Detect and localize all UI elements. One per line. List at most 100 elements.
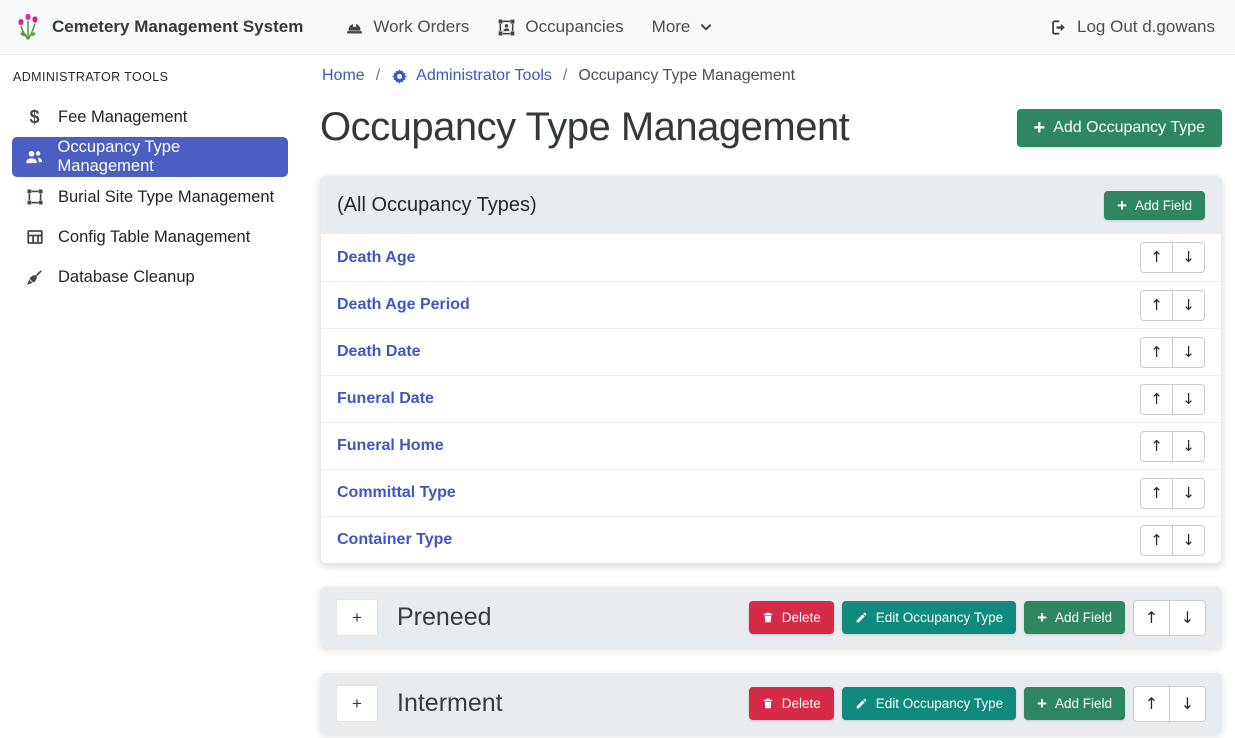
up-arrow-icon: ↑ xyxy=(1150,345,1163,360)
plus-icon: + xyxy=(1034,119,1046,137)
breadcrumb-home-link[interactable]: Home xyxy=(322,67,365,85)
edit-occupancy-type-button[interactable]: Edit Occupancy Type xyxy=(842,687,1016,720)
field-row: Funeral Date ↑ ↓ xyxy=(321,375,1221,422)
move-up-button[interactable]: ↑ xyxy=(1140,242,1173,273)
field-row: Container Type ↑ ↓ xyxy=(321,516,1221,563)
field-link-death-date[interactable]: Death Date xyxy=(337,343,421,361)
hard-hat-icon xyxy=(345,18,364,37)
logout-label: Log Out d.gowans xyxy=(1077,17,1215,37)
add-field-button[interactable]: + Add Field xyxy=(1024,687,1125,720)
field-link-death-age[interactable]: Death Age xyxy=(337,249,416,267)
sidebar-heading: ADMINISTRATOR TOOLS xyxy=(0,61,300,97)
main-content: Home / Administrator Tools / Occupancy T… xyxy=(300,55,1235,738)
up-arrow-icon: ↑ xyxy=(1150,486,1163,501)
sidebar-item-fee-management[interactable]: $ Fee Management xyxy=(12,97,288,137)
field-link-container-type[interactable]: Container Type xyxy=(337,531,452,549)
field-link-funeral-date[interactable]: Funeral Date xyxy=(337,390,434,408)
edit-occupancy-type-button[interactable]: Edit Occupancy Type xyxy=(842,601,1016,634)
all-occupancy-types-card: (All Occupancy Types) + Add Field Death … xyxy=(320,176,1222,564)
move-down-button[interactable]: ↓ xyxy=(1172,242,1205,273)
table-icon xyxy=(24,228,45,246)
section-actions: Delete Edit Occupancy Type + Add Field ↑… xyxy=(749,600,1206,636)
move-down-button[interactable]: ↓ xyxy=(1172,337,1205,368)
chevron-down-icon xyxy=(699,20,713,34)
page-title: Occupancy Type Management xyxy=(320,105,849,150)
nav-work-orders[interactable]: Work Orders xyxy=(345,17,469,37)
move-up-button[interactable]: ↑ xyxy=(1140,478,1173,509)
down-arrow-icon: ↓ xyxy=(1182,298,1195,313)
expand-button[interactable]: + xyxy=(336,599,378,636)
sign-out-icon xyxy=(1049,18,1068,37)
nav-occupancies[interactable]: Occupancies xyxy=(497,17,623,37)
sidebar-item-burial-site-type-management[interactable]: Burial Site Type Management xyxy=(12,177,288,217)
move-down-button[interactable]: ↓ xyxy=(1172,478,1205,509)
up-arrow-icon: ↑ xyxy=(1150,439,1163,454)
move-down-button[interactable]: ↓ xyxy=(1169,686,1206,722)
pencil-icon xyxy=(855,611,868,624)
vector-square-icon xyxy=(24,188,45,206)
move-up-button[interactable]: ↑ xyxy=(1133,600,1170,636)
sidebar-item-occupancy-type-management[interactable]: Occupancy Type Management xyxy=(12,137,288,177)
tulip-logo-icon xyxy=(14,12,42,42)
gear-icon xyxy=(391,68,408,85)
app-brand[interactable]: Cemetery Management System xyxy=(14,12,303,42)
reorder-controls: ↑ ↓ xyxy=(1140,525,1205,556)
nav-more[interactable]: More xyxy=(652,17,714,37)
move-down-button[interactable]: ↓ xyxy=(1172,525,1205,556)
pencil-icon xyxy=(855,697,868,710)
field-row: Death Age Period ↑ ↓ xyxy=(321,281,1221,328)
sidebar-item-label: Burial Site Type Management xyxy=(58,188,274,207)
field-row: Committal Type ↑ ↓ xyxy=(321,469,1221,516)
field-link-committal-type[interactable]: Committal Type xyxy=(337,484,456,502)
up-arrow-icon: ↑ xyxy=(1145,610,1158,626)
plus-icon: + xyxy=(1037,610,1047,625)
move-up-button[interactable]: ↑ xyxy=(1140,431,1173,462)
sidebar-item-label: Database Cleanup xyxy=(58,268,195,287)
move-up-button[interactable]: ↑ xyxy=(1140,525,1173,556)
logout-button[interactable]: Log Out d.gowans xyxy=(1049,17,1215,37)
sidebar-item-label: Occupancy Type Management xyxy=(58,138,276,176)
up-arrow-icon: ↑ xyxy=(1145,696,1158,712)
nav-work-orders-label: Work Orders xyxy=(373,17,469,37)
down-arrow-icon: ↓ xyxy=(1182,486,1195,501)
move-down-button[interactable]: ↓ xyxy=(1169,600,1206,636)
reorder-controls: ↑ ↓ xyxy=(1140,431,1205,462)
add-field-button[interactable]: + Add Field xyxy=(1104,191,1205,220)
dollar-icon: $ xyxy=(24,107,45,128)
expand-button[interactable]: + xyxy=(336,685,378,722)
brand-title: Cemetery Management System xyxy=(52,17,303,37)
nav-more-label: More xyxy=(652,17,691,37)
card-header: (All Occupancy Types) + Add Field xyxy=(321,177,1221,234)
breadcrumb-admin-tools-link[interactable]: Administrator Tools xyxy=(391,67,552,85)
occupancy-type-section-preneed: + Preneed Delete Edit Occupancy Type + xyxy=(320,587,1222,648)
move-down-button[interactable]: ↓ xyxy=(1172,290,1205,321)
sidebar-item-config-table-management[interactable]: Config Table Management xyxy=(12,217,288,257)
move-up-button[interactable]: ↑ xyxy=(1133,686,1170,722)
field-link-funeral-home[interactable]: Funeral Home xyxy=(337,437,444,455)
move-up-button[interactable]: ↑ xyxy=(1140,384,1173,415)
move-down-button[interactable]: ↓ xyxy=(1172,431,1205,462)
reorder-controls: ↑ ↓ xyxy=(1140,337,1205,368)
occupancy-frame-person-icon xyxy=(497,18,516,37)
down-arrow-icon: ↓ xyxy=(1182,250,1195,265)
reorder-controls: ↑ ↓ xyxy=(1140,242,1205,273)
field-row: Funeral Home ↑ ↓ xyxy=(321,422,1221,469)
down-arrow-icon: ↓ xyxy=(1182,533,1195,548)
move-up-button[interactable]: ↑ xyxy=(1140,290,1173,321)
move-up-button[interactable]: ↑ xyxy=(1140,337,1173,368)
section-title: Preneed xyxy=(397,603,492,632)
broom-icon xyxy=(24,268,45,287)
add-field-button[interactable]: + Add Field xyxy=(1024,601,1125,634)
up-arrow-icon: ↑ xyxy=(1150,298,1163,313)
delete-button[interactable]: Delete xyxy=(749,601,834,634)
section-actions: Delete Edit Occupancy Type + Add Field ↑… xyxy=(749,686,1206,722)
add-occupancy-type-button[interactable]: + Add Occupancy Type xyxy=(1017,109,1222,147)
move-down-button[interactable]: ↓ xyxy=(1172,384,1205,415)
reorder-controls: ↑ ↓ xyxy=(1140,384,1205,415)
down-arrow-icon: ↓ xyxy=(1182,439,1195,454)
reorder-controls: ↑ ↓ xyxy=(1140,290,1205,321)
delete-button[interactable]: Delete xyxy=(749,687,834,720)
field-row: Death Age ↑ ↓ xyxy=(321,234,1221,281)
sidebar-item-database-cleanup[interactable]: Database Cleanup xyxy=(12,257,288,297)
field-link-death-age-period[interactable]: Death Age Period xyxy=(337,296,470,314)
